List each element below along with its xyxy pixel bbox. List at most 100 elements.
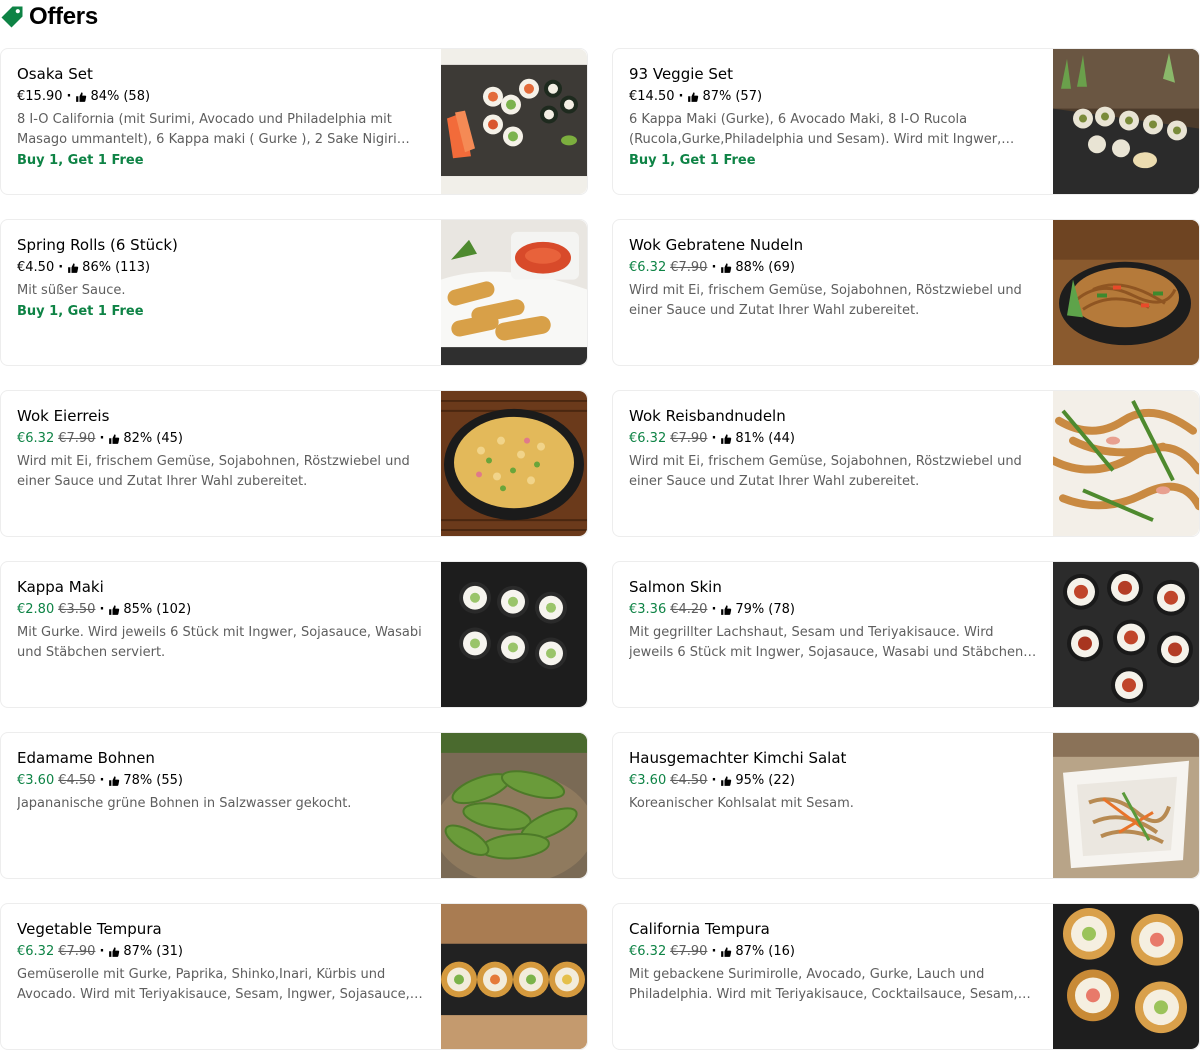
menu-item-card[interactable]: Hausgemachter Kimchi Salat €3.60 €4.50 ·… xyxy=(612,732,1200,879)
item-meta: €3.36 €4.20 · 79% (78) xyxy=(629,602,1039,618)
item-meta: €15.90 · 84% (58) xyxy=(17,89,427,105)
item-rating: 87% xyxy=(123,944,153,959)
item-meta: €4.50 · 86% (113) xyxy=(17,260,427,276)
item-name: Edamame Bohnen xyxy=(17,749,155,767)
item-price: €14.50 xyxy=(629,89,675,104)
item-name: Wok Gebratene Nudeln xyxy=(629,236,804,254)
item-price: €6.32 xyxy=(17,944,55,959)
menu-item-card[interactable]: Spring Rolls (6 Stück) €4.50 · 86% (113)… xyxy=(0,219,588,366)
kappa-maki-image xyxy=(441,562,587,707)
separator-dot: · xyxy=(711,602,717,617)
menu-item-info: 93 Veggie Set €14.50 · 87% (57) 6 Kappa … xyxy=(629,64,1039,170)
thumbs-up-icon xyxy=(721,263,732,273)
separator-dot: · xyxy=(711,944,717,959)
thumbs-up-icon xyxy=(109,947,120,957)
separator-dot: · xyxy=(711,260,717,275)
menu-item-card[interactable]: Vegetable Tempura €6.32 €7.90 · 87% (31)… xyxy=(0,903,588,1050)
separator-dot: · xyxy=(99,944,105,959)
item-price: €3.60 xyxy=(629,773,667,788)
item-name: 93 Veggie Set xyxy=(629,65,734,83)
thumbs-up-icon xyxy=(109,605,120,615)
spring-rolls-image xyxy=(441,220,587,365)
item-name: Wok Reisbandnudeln xyxy=(629,407,786,425)
item-description: Wird mit Ei, frischem Gemüse, Sojabohnen… xyxy=(629,454,1022,489)
menu-item-info: Spring Rolls (6 Stück) €4.50 · 86% (113)… xyxy=(17,235,427,321)
menu-item-info: Osaka Set €15.90 · 84% (58) 8 I-O Califo… xyxy=(17,64,427,170)
thumbs-up-icon xyxy=(68,263,79,273)
item-price: €2.80 xyxy=(17,602,55,617)
thumbs-up-icon xyxy=(721,434,732,444)
item-original-price: €3.50 xyxy=(58,602,96,617)
item-price: €6.32 xyxy=(629,431,667,446)
vegetable-tempura-image xyxy=(441,904,587,1049)
item-name: Osaka Set xyxy=(17,65,93,83)
thumbs-up-icon xyxy=(688,92,699,102)
item-description: Wird mit Ei, frischem Gemüse, Sojabohnen… xyxy=(629,283,1022,318)
separator-dot: · xyxy=(678,89,684,104)
menu-item-card[interactable]: 93 Veggie Set €14.50 · 87% (57) 6 Kappa … xyxy=(612,48,1200,195)
separator-dot: · xyxy=(711,431,717,446)
edamame-image xyxy=(441,733,587,878)
item-original-price: €4.20 xyxy=(670,602,708,617)
menu-item-info: Wok Gebratene Nudeln €6.32 €7.90 · 88% (… xyxy=(629,235,1039,321)
menu-item-info: Vegetable Tempura €6.32 €7.90 · 87% (31)… xyxy=(17,919,427,1005)
item-meta: €6.32 €7.90 · 81% (44) xyxy=(629,431,1039,447)
thumbs-up-icon xyxy=(721,776,732,786)
thumbs-up-icon xyxy=(109,434,120,444)
menu-item-card[interactable]: Wok Gebratene Nudeln €6.32 €7.90 · 88% (… xyxy=(612,219,1200,366)
item-original-price: €7.90 xyxy=(670,431,708,446)
separator-dot: · xyxy=(99,602,105,617)
item-description: Mit gegrillter Lachshaut, Sesam und Teri… xyxy=(629,625,1024,660)
item-meta: €14.50 · 87% (57) xyxy=(629,89,1039,105)
menu-item-card[interactable]: Osaka Set €15.90 · 84% (58) 8 I-O Califo… xyxy=(0,48,588,195)
item-price: €4.50 xyxy=(17,260,55,275)
item-description: 6 Kappa Maki (Gurke), 6 Avocado Maki, 8 … xyxy=(629,112,1015,147)
separator-dot: · xyxy=(99,773,105,788)
item-name: Wok Eierreis xyxy=(17,407,110,425)
item-name: Hausgemachter Kimchi Salat xyxy=(629,749,847,767)
item-price: €6.32 xyxy=(17,431,55,446)
item-rating: 79% xyxy=(735,602,765,617)
item-meta: €3.60 €4.50 · 78% (55) xyxy=(17,773,427,789)
menu-item-info: Wok Eierreis €6.32 €7.90 · 82% (45) Wird… xyxy=(17,406,427,492)
item-rating-count: (58) xyxy=(123,89,151,104)
item-rating: 84% xyxy=(90,89,120,104)
item-meta: €3.60 €4.50 · 95% (22) xyxy=(629,773,1039,789)
item-rating-count: (22) xyxy=(768,773,795,788)
item-rating-count: (31) xyxy=(156,944,183,959)
item-name: California Tempura xyxy=(629,920,770,938)
price-tag-icon xyxy=(1,6,23,28)
menu-item-info: Hausgemachter Kimchi Salat €3.60 €4.50 ·… xyxy=(629,748,1039,814)
item-meta: €6.32 €7.90 · 87% (31) xyxy=(17,944,427,960)
california-tempura-image xyxy=(1053,904,1199,1049)
separator-dot: · xyxy=(66,89,72,104)
item-description: Mit gebackene Surimirolle, Avocado, Gurk… xyxy=(629,967,1031,1002)
menu-item-card[interactable]: Edamame Bohnen €3.60 €4.50 · 78% (55) Ja… xyxy=(0,732,588,879)
item-promo: Buy 1, Get 1 Free xyxy=(17,304,144,319)
item-rating: 86% xyxy=(82,260,112,275)
item-original-price: €7.90 xyxy=(58,944,96,959)
item-rating-count: (16) xyxy=(768,944,795,959)
item-meta: €6.32 €7.90 · 88% (69) xyxy=(629,260,1039,276)
item-name: Salmon Skin xyxy=(629,578,722,596)
item-price: €3.36 xyxy=(629,602,667,617)
thumbs-up-icon xyxy=(721,947,732,957)
item-description: Gemüserolle mit Gurke, Paprika, Shinko,I… xyxy=(17,967,423,1002)
item-price: €15.90 xyxy=(17,89,63,104)
item-rating: 85% xyxy=(123,602,153,617)
menu-item-card[interactable]: California Tempura €6.32 €7.90 · 87% (16… xyxy=(612,903,1200,1050)
item-rating-count: (102) xyxy=(156,602,192,617)
item-rating-count: (57) xyxy=(735,89,763,104)
menu-item-card[interactable]: Wok Reisbandnudeln €6.32 €7.90 · 81% (44… xyxy=(612,390,1200,537)
salmon-skin-image xyxy=(1053,562,1199,707)
menu-item-card[interactable]: Salmon Skin €3.36 €4.20 · 79% (78) Mit g… xyxy=(612,561,1200,708)
item-rating: 95% xyxy=(735,773,765,788)
menu-item-card[interactable]: Kappa Maki €2.80 €3.50 · 85% (102) Mit G… xyxy=(0,561,588,708)
thumbs-up-icon xyxy=(721,605,732,615)
separator-dot: · xyxy=(58,260,64,275)
veggie-set-image xyxy=(1053,49,1199,194)
menu-item-info: Edamame Bohnen €3.60 €4.50 · 78% (55) Ja… xyxy=(17,748,427,814)
item-meta: €6.32 €7.90 · 87% (16) xyxy=(629,944,1039,960)
item-description: 8 I-O California (mit Surimi, Avocado un… xyxy=(17,112,410,147)
menu-item-card[interactable]: Wok Eierreis €6.32 €7.90 · 82% (45) Wird… xyxy=(0,390,588,537)
